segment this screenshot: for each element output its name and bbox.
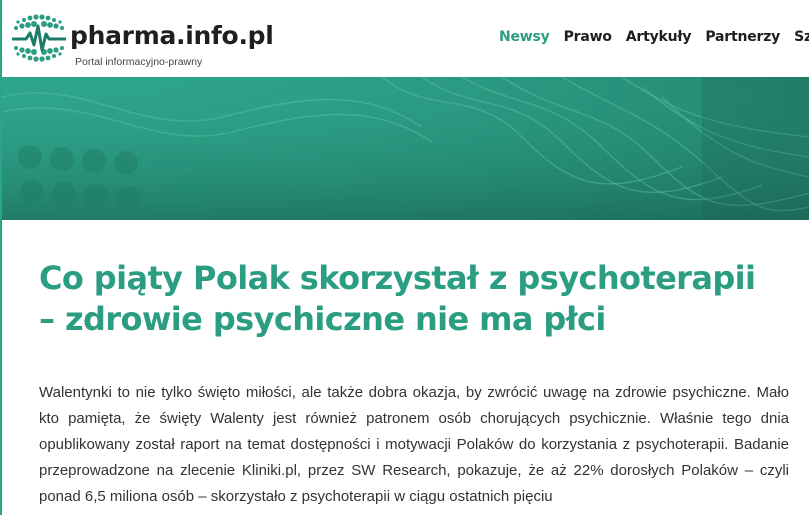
nav-item-artykuly[interactable]: Artykuły [626, 29, 692, 45]
site-name: pharma.info.pl [70, 21, 274, 50]
nav-item-truncated[interactable]: Sz [794, 29, 809, 45]
logo-heartbeat-icon [12, 14, 66, 62]
main-nav: Newsy Prawo Artykuły Partnerzy Sz [499, 28, 809, 46]
hero-banner [2, 77, 809, 220]
banner-pattern [2, 77, 809, 220]
nav-item-partnerzy[interactable]: Partnerzy [705, 29, 780, 45]
site-header: pharma.info.pl Portal informacyjno-prawn… [2, 0, 809, 78]
nav-item-newsy[interactable]: Newsy [499, 29, 550, 45]
nav-item-prawo[interactable]: Prawo [564, 29, 612, 45]
site-tagline: Portal informacyjno-prawny [75, 56, 203, 68]
article-body: Walentynki to nie tylko święto miłości, … [39, 384, 789, 505]
site-logo[interactable]: pharma.info.pl Portal informacyjno-prawn… [12, 9, 274, 69]
article-title: Co piąty Polak skorzystał z psychoterapi… [39, 259, 756, 338]
